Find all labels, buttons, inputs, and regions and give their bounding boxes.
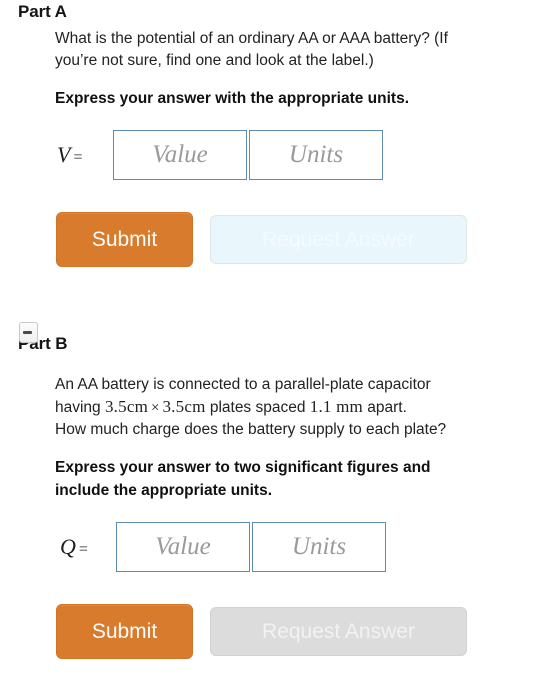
part-b-answer-symbol: Q =: [58, 534, 116, 560]
part-a-units-input[interactable]: Units: [249, 130, 383, 180]
part-b-answer-row: Q = Value Units: [58, 522, 549, 572]
part-b-button-row: Submit Request Answer: [55, 604, 549, 659]
part-a-heading-row: Part A: [0, 0, 549, 28]
part-b-submit-button[interactable]: Submit: [56, 604, 193, 659]
part-b-section: Part B An AA battery is connected to a p…: [0, 318, 549, 659]
question-line: An AA battery is connected to a parallel…: [55, 374, 549, 396]
minus-icon[interactable]: [19, 322, 38, 343]
part-a-button-row: Submit Request Answer: [55, 212, 549, 267]
part-a-body: What is the potential of an ordinary AA …: [0, 28, 549, 267]
question-text-run: An AA battery is connected to a parallel…: [55, 376, 431, 393]
part-b-instruction: Express your answer to two significant f…: [55, 456, 549, 502]
times-symbol: ×: [151, 400, 160, 416]
equals-glyph: =: [78, 541, 88, 558]
part-b-request-answer-button[interactable]: Request Answer: [210, 607, 467, 656]
question-text-run: having: [55, 399, 105, 416]
part-a-question: What is the potential of an ordinary AA …: [55, 28, 549, 72]
instruction-line: include the appropriate units.: [55, 482, 273, 499]
part-b-heading-row: Part B: [0, 318, 549, 374]
question-text-run: How much charge does the battery supply …: [55, 421, 447, 438]
part-b-value-input[interactable]: Value: [116, 522, 250, 572]
part-a-instruction: Express your answer with the appropriate…: [55, 87, 549, 110]
question-text-run: apart.: [362, 399, 407, 416]
question-line: What is the potential of an ordinary AA …: [55, 30, 448, 47]
part-a-answer-symbol: V =: [55, 142, 113, 168]
part-a-submit-button[interactable]: Submit: [56, 212, 193, 267]
symbol-glyph: Q: [60, 534, 76, 559]
part-a-value-input[interactable]: Value: [113, 130, 247, 180]
question-text-run: plates spaced: [205, 399, 310, 416]
instruction-line: Express your answer to two significant f…: [55, 459, 431, 476]
part-a-request-answer-button[interactable]: Request Answer: [210, 215, 467, 264]
homework-page: Part A What is the potential of an ordin…: [0, 0, 549, 700]
inline-math: 3.5cm: [162, 397, 206, 416]
symbol-glyph: V: [57, 142, 71, 167]
part-a-answer-row: V = Value Units: [55, 130, 549, 180]
part-a-title: Part A: [18, 2, 67, 21]
inline-math: 1.1 mm: [309, 397, 363, 416]
question-line: having 3.5cm × 3.5cm plates spaced 1.1 mm …: [55, 396, 549, 419]
inline-math: 3.5cm: [104, 397, 149, 416]
part-b-question: An AA battery is connected to a parallel…: [55, 374, 549, 441]
question-line: How much charge does the battery supply …: [55, 419, 549, 441]
part-a-section: Part A What is the potential of an ordin…: [0, 0, 549, 267]
part-b-body: An AA battery is connected to a parallel…: [0, 374, 549, 659]
question-line: you’re not sure, find one and look at th…: [55, 52, 374, 69]
instruction-line: Express your answer with the appropriate…: [55, 90, 410, 107]
part-b-units-input[interactable]: Units: [252, 522, 386, 572]
equals-glyph: =: [73, 149, 83, 166]
